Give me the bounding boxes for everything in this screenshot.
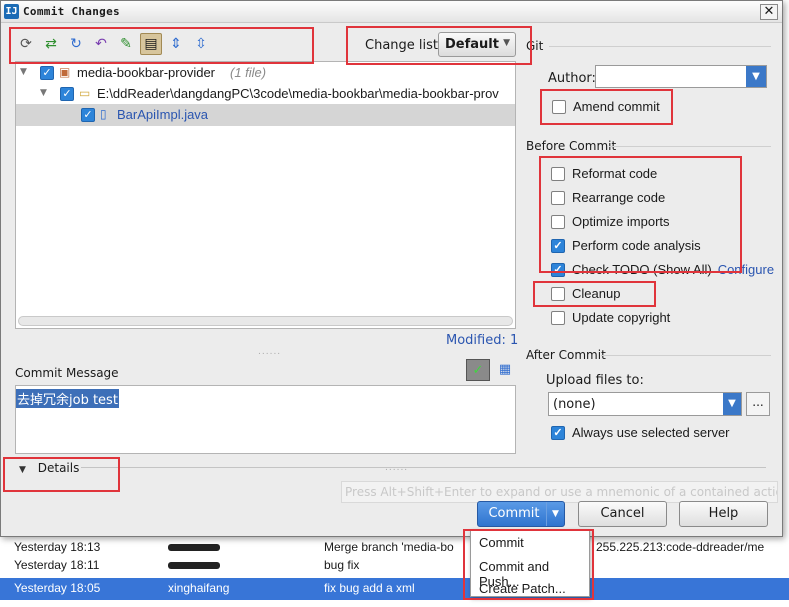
commit-button[interactable]: Commit ▼ [477,501,565,527]
upload-server-value: (none) [553,397,596,412]
annotation-toolbar [9,27,314,64]
details-splitter-handle[interactable]: ...... [385,463,408,473]
upload-files-label: Upload files to: [546,373,644,388]
update-copyright-label: Update copyright [572,310,671,325]
chevron-down-icon[interactable]: ▼ [546,502,564,526]
title-bar[interactable]: IJ Commit Changes ✕ [1,1,782,23]
expand-triangle-icon[interactable]: ▼ [20,67,27,77]
log-message: fix bug add a xml [324,581,415,595]
mnemonic-hint: Press Alt+Shift+Enter to expand or use a… [341,481,778,503]
folder-path: E:\ddReader\dangdangPC\3code\media-bookb… [97,86,499,101]
modified-count: Modified: 1 [446,333,519,348]
message-history-icon[interactable]: ▦ [493,359,517,381]
java-file-icon: ▯ [100,107,107,121]
file-checkbox[interactable]: ✓ [81,108,95,122]
file-name: BarApiImpl.java [117,107,209,122]
horizontal-scrollbar[interactable] [18,316,513,326]
log-date: Yesterday 18:13 [14,540,101,554]
before-commit-title: Before Commit [526,139,617,153]
after-commit-separator [601,355,771,356]
folder-checkbox[interactable]: ✓ [60,87,74,101]
always-use-server-label: Always use selected server [572,425,730,440]
log-message: Merge branch 'media-bo [324,540,454,554]
author-label: Author: [548,71,596,86]
dialog-title: Commit Changes [23,5,120,18]
tree-row-file[interactable]: ✓ ▯ BarApiImpl.java [16,104,515,126]
annotation-commit-menu [463,529,594,600]
help-button[interactable]: Help [679,501,768,527]
chevron-down-icon[interactable]: ▼ [723,393,741,415]
commit-message-input[interactable]: 去掉冗余job test [15,385,516,454]
log-date: Yesterday 18:11 [14,558,100,572]
always-use-server-box[interactable]: ✓ [551,426,565,440]
changed-files-tree[interactable]: ▼ ✓ ▣ media-bookbar-provider (1 file) ▼ … [15,61,516,329]
log-author: xinghaifang [168,581,230,595]
commit-button-label: Commit [488,506,540,521]
tree-row-module[interactable]: ▼ ✓ ▣ media-bookbar-provider (1 file) [16,62,515,84]
intellij-app-icon: IJ [4,4,19,19]
log-author-redacted [168,540,220,554]
cancel-button[interactable]: Cancel [578,501,667,527]
log-row[interactable]: Yesterday 18:11 bug fix [0,555,789,577]
log-author-redacted [168,558,220,572]
module-file-count: (1 file) [230,65,267,80]
splitter-handle[interactable]: ...... [258,347,281,357]
annotation-cleanup [533,281,656,307]
log-message: bug fix [324,558,360,572]
author-combobox[interactable]: ▼ [595,65,767,88]
spellcheck-icon[interactable]: ✓ [466,359,490,381]
folder-icon: ▭ [79,86,91,100]
annotation-details [3,457,120,492]
tree-row-folder[interactable]: ▼ ✓ ▭ E:\ddReader\dangdangPC\3code\media… [16,83,515,105]
expand-triangle-icon[interactable]: ▼ [40,88,47,98]
log-date: Yesterday 18:05 [14,581,101,595]
after-commit-title: After Commit [526,348,606,362]
git-separator [549,46,771,47]
log-row-selected[interactable]: Yesterday 18:05 xinghaifang fix bug add … [0,578,789,600]
module-icon: ▣ [59,65,71,79]
commit-message-text: 去掉冗余job test [16,389,119,408]
commit-message-label: Commit Message [15,366,119,380]
annotation-before-commit [539,156,742,273]
details-separator [81,467,766,468]
log-extra: 255.225.213:code-ddreader/me [596,540,765,554]
chevron-down-icon[interactable]: ▼ [746,66,766,87]
annotation-amend [540,89,673,125]
before-commit-separator [609,146,771,147]
close-button[interactable]: ✕ [760,4,778,20]
browse-servers-button[interactable]: ... [746,392,770,416]
upload-server-dropdown[interactable]: (none) ▼ [548,392,742,416]
update-copyright-box[interactable] [551,311,565,325]
module-checkbox[interactable]: ✓ [40,66,54,80]
module-label: media-bookbar-provider [77,65,216,80]
annotation-changelist [346,26,532,65]
